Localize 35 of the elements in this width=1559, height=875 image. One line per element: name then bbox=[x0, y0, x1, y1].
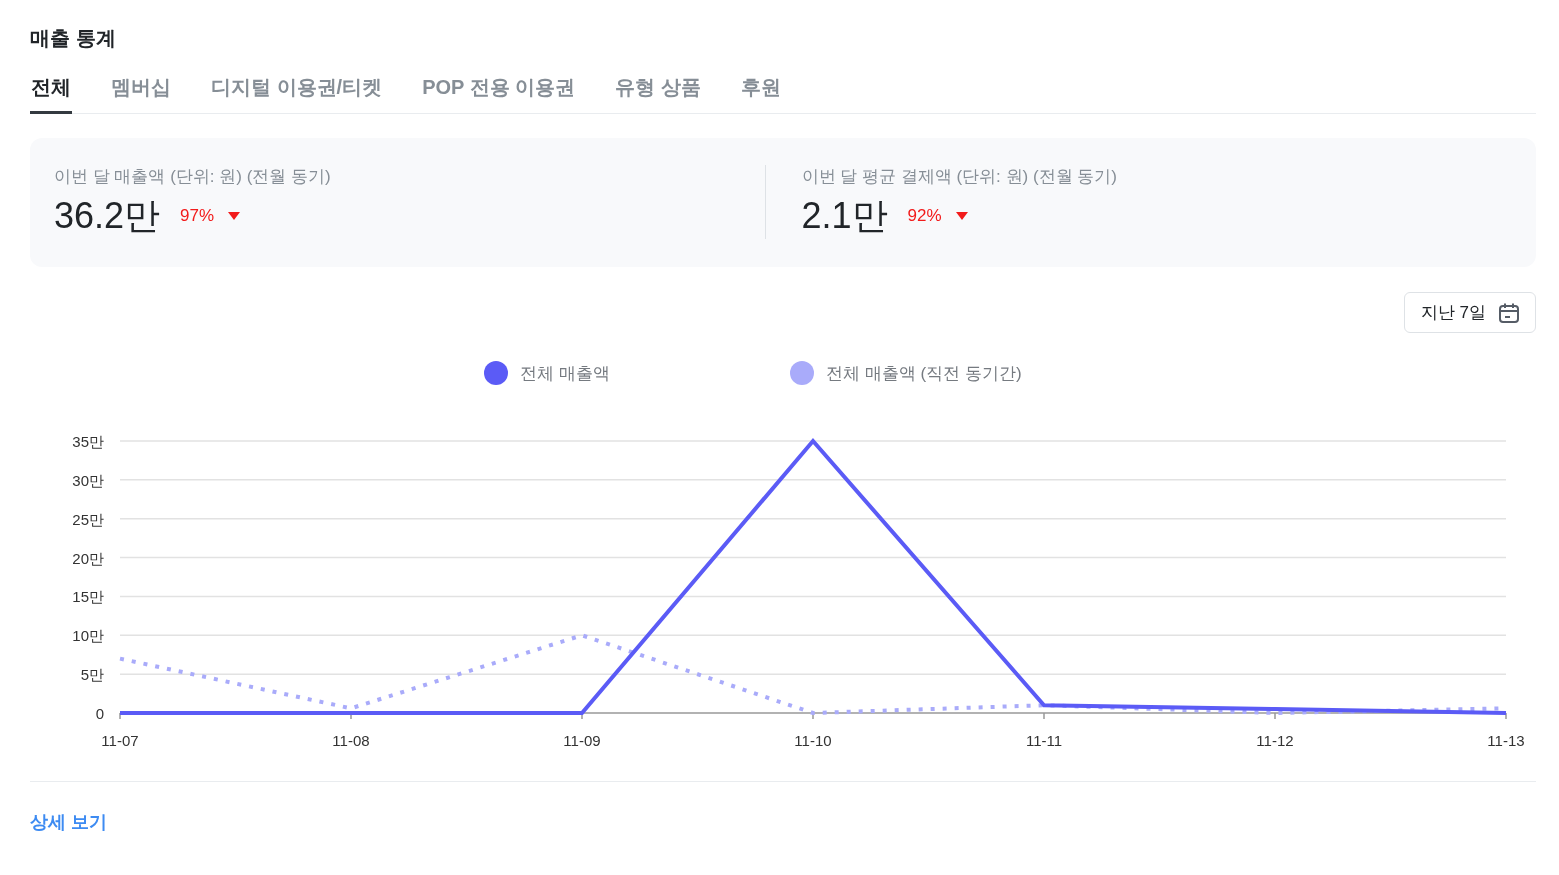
calendar-icon bbox=[1498, 301, 1520, 324]
x-axis-label: 11-08 bbox=[332, 732, 370, 749]
metric-value: 2.1만 bbox=[801, 194, 888, 238]
y-axis-label: 35만 bbox=[72, 433, 104, 450]
metric-value: 36.2만 bbox=[54, 194, 161, 238]
y-axis-label: 0 bbox=[95, 705, 104, 722]
y-axis-label: 15만 bbox=[72, 588, 104, 606]
y-axis-label: 10만 bbox=[72, 627, 104, 645]
x-axis-label: 11-09 bbox=[563, 732, 601, 749]
down-triangle-icon bbox=[228, 212, 241, 220]
down-triangle-icon bbox=[955, 212, 968, 220]
category-tab[interactable]: 후원 bbox=[739, 74, 782, 114]
category-tab[interactable]: 멤버십 bbox=[110, 74, 172, 114]
category-tab[interactable]: 디지털 이용권/티켓 bbox=[210, 74, 384, 114]
detail-link[interactable]: 상세 보기 bbox=[30, 810, 107, 834]
y-axis-label: 20만 bbox=[72, 549, 104, 567]
x-axis-label: 11-11 bbox=[1025, 732, 1063, 749]
x-axis-label: 11-12 bbox=[1256, 732, 1294, 749]
legend-label: 전체 매출액 (직전 동기간) bbox=[826, 362, 1022, 385]
change-percent: 97% bbox=[180, 206, 215, 226]
metric-label: 이번 달 매출액 (단위: 원) (전월 동기) bbox=[54, 166, 332, 188]
legend-label: 전체 매출액 bbox=[520, 362, 611, 385]
y-axis-label: 5만 bbox=[80, 666, 104, 684]
category-tab[interactable]: 유형 상품 bbox=[614, 74, 702, 114]
x-axis-label: 11-10 bbox=[794, 732, 832, 749]
y-axis-label: 30만 bbox=[72, 471, 104, 489]
x-axis-label: 11-13 bbox=[1487, 732, 1525, 749]
change-percent: 92% bbox=[907, 206, 942, 226]
metric-label: 이번 달 평균 결제액 (단위: 원) (전월 동기) bbox=[801, 166, 1118, 188]
y-axis-label: 25만 bbox=[72, 510, 104, 528]
page-title: 매출 통계 bbox=[30, 26, 117, 51]
category-tab[interactable]: 전체 bbox=[30, 74, 72, 114]
period-button[interactable]: 지난 7일 bbox=[1403, 292, 1536, 333]
category-tab[interactable]: POP 전용 이용권 bbox=[421, 74, 577, 114]
x-axis-label: 11-07 bbox=[101, 732, 139, 749]
